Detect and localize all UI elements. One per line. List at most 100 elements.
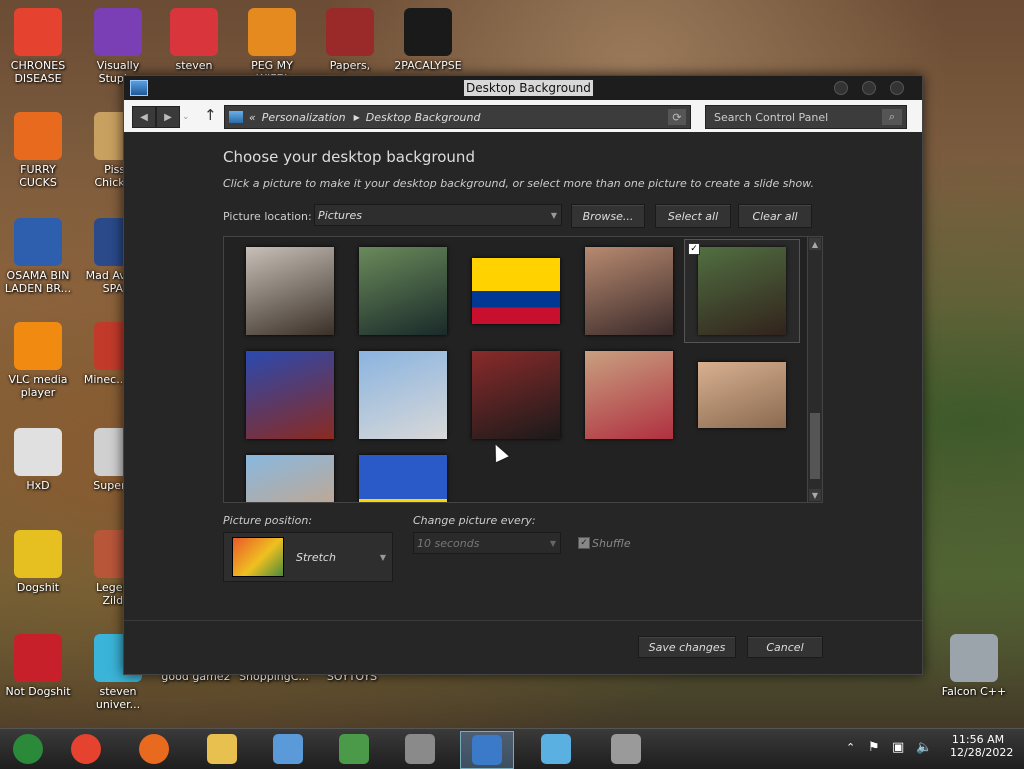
thumbnail-hands-photo[interactable] <box>698 362 786 428</box>
taskbar-remote-desktop[interactable] <box>530 731 582 767</box>
desktop-icon[interactable]: Papers, <box>312 8 388 72</box>
scroll-down-icon[interactable]: ▼ <box>809 489 821 501</box>
picture-position-dropdown[interactable]: Stretch ▼ <box>223 532 393 582</box>
desktop-icon[interactable]: PEG MY WIFE! <box>234 8 310 85</box>
devcpp-icon <box>14 634 62 682</box>
network-icon[interactable]: ▣ <box>892 740 904 755</box>
clock[interactable]: 11:56 AM 12/28/2022 <box>950 733 1014 759</box>
desktop-background-window: Desktop Background ◀ ▶ ⌄ ↑ « Personaliza… <box>123 75 923 675</box>
taskbar-file-explorer[interactable] <box>196 731 248 767</box>
picture-gallery[interactable]: ▲ ▼ ✓ <box>223 236 823 503</box>
back-button[interactable]: ◀ <box>132 106 156 128</box>
save-changes-button[interactable]: Save changes <box>638 636 736 658</box>
maximize-button[interactable] <box>862 81 876 95</box>
taskbar-network-app[interactable] <box>328 731 380 767</box>
clock-time: 11:56 AM <box>951 733 1005 746</box>
cancel-button[interactable]: Cancel <box>747 636 823 658</box>
thumbnail-bin-reaper-cover[interactable] <box>359 247 447 335</box>
show-hidden-icons-icon[interactable]: ⌃ <box>846 741 855 754</box>
thumbnail-airplane-photo[interactable] <box>359 351 447 439</box>
desktop-icon[interactable]: VLC media player <box>0 322 76 399</box>
picture-location-value: Pictures <box>318 208 363 222</box>
picture-location-dropdown[interactable]: Pictures ▼ <box>314 204 562 226</box>
page-heading: Choose your desktop background <box>223 148 475 166</box>
desktop-icon[interactable]: Not Dogshit <box>0 634 76 698</box>
desktop-icon[interactable]: FURRY CUCKS <box>0 112 76 189</box>
volume-icon[interactable]: 🔈 <box>916 740 932 755</box>
desktop-icon-label: Falcon C++ <box>941 685 1007 698</box>
taskbar-chrome[interactable] <box>60 731 112 767</box>
taskbar-photo-viewer[interactable] <box>262 731 314 767</box>
desktop-icon[interactable]: CHRONES DISEASE <box>0 8 76 85</box>
refresh-icon[interactable]: ⟳ <box>668 109 686 125</box>
taskbar-control-panel[interactable] <box>460 731 514 769</box>
desktop-icon[interactable]: Falcon C++ <box>936 634 1012 698</box>
desktop-icon-label: HxD <box>26 479 50 492</box>
minimize-button[interactable] <box>834 81 848 95</box>
forward-button[interactable]: ▶ <box>156 106 180 128</box>
windows-app-icon <box>405 734 435 764</box>
peg-icon <box>248 8 296 56</box>
scrollbar-thumb[interactable] <box>810 413 820 479</box>
taskbar-windows-app[interactable] <box>394 731 446 767</box>
title-bar[interactable]: Desktop Background <box>124 76 922 100</box>
change-picture-value: 10 seconds <box>417 536 480 550</box>
forward-arrow-icon: ▶ <box>164 111 172 123</box>
thumbnail-dancers-photo[interactable] <box>246 247 334 335</box>
breadcrumb-personalization[interactable]: Personalization <box>262 111 346 124</box>
clear-all-button[interactable]: Clear all <box>738 204 812 228</box>
breadcrumb-prefix: « <box>249 110 256 124</box>
desktop-icon-label: steven univer... <box>95 685 141 711</box>
search-input[interactable]: Search Control Panel <box>714 111 828 124</box>
taskbar-start-orb[interactable] <box>2 731 54 767</box>
start-orb-icon <box>13 734 43 764</box>
thumbnail-cartoon-girl-image[interactable] <box>246 455 334 502</box>
thumbnail-two-men-photo[interactable] <box>585 351 673 439</box>
flower-preview-icon <box>232 537 284 577</box>
thumbnail-ukraine-flag[interactable] <box>359 455 447 502</box>
desktop-icon[interactable]: steven <box>156 8 232 72</box>
chrome-icon <box>14 8 62 56</box>
thumbnail-blue-suits-photo[interactable] <box>246 351 334 439</box>
thumbnail-bench-photo[interactable]: ✓ <box>684 239 800 343</box>
desktop-icon[interactable]: Visually Stupi... <box>80 8 156 85</box>
desktop-icon[interactable]: OSAMA BIN LADEN BR... <box>0 218 76 295</box>
taskbar-firefox[interactable] <box>128 731 180 767</box>
selected-checkbox[interactable]: ✓ <box>688 243 700 255</box>
browse-button[interactable]: Browse... <box>571 204 645 228</box>
file-manager-icon <box>611 734 641 764</box>
vlc-icon <box>14 322 62 370</box>
clock-date: 12/28/2022 <box>950 746 1014 759</box>
desktop-icon-label: Not Dogshit <box>5 685 71 698</box>
thumbnail-group-selfie-photo[interactable] <box>585 247 673 335</box>
picture-position-value: Stretch <box>296 550 336 564</box>
breadcrumb-separator-icon[interactable]: ▶ <box>354 113 360 122</box>
chrome-icon <box>71 734 101 764</box>
change-picture-dropdown: 10 seconds ▼ <box>413 532 561 554</box>
desktop-icon-label: Papers, <box>329 59 371 72</box>
papers-icon <box>326 8 374 56</box>
desktop-icon[interactable]: HxD <box>0 428 76 492</box>
close-button[interactable] <box>890 81 904 95</box>
navigation-bar: ◀ ▶ ⌄ ↑ « Personalization ▶ Desktop Back… <box>124 100 922 132</box>
shuffle-label: Shuffle <box>592 537 631 550</box>
console-icon <box>404 8 452 56</box>
breadcrumb-desktop-background[interactable]: Desktop Background <box>366 111 481 124</box>
search-box[interactable]: Search Control Panel ⌕ <box>705 105 907 129</box>
taskbar-file-manager[interactable] <box>600 731 652 767</box>
select-all-button[interactable]: Select all <box>655 204 731 228</box>
search-icon[interactable]: ⌕ <box>882 109 902 125</box>
thumbnail-money-photo[interactable] <box>472 351 560 439</box>
desktop-icon[interactable]: 2PACALYPSE <box>390 8 466 72</box>
desktop-icon-label: CHRONES DISEASE <box>10 59 66 85</box>
up-arrow-icon[interactable]: ↑ <box>204 106 217 124</box>
desktop-icon[interactable]: Dogshit <box>0 530 76 594</box>
thumbnail-colombia-flag[interactable] <box>472 258 560 324</box>
scroll-up-icon[interactable]: ▲ <box>809 238 821 250</box>
address-bar[interactable]: « Personalization ▶ Desktop Background ⟳ <box>224 105 691 129</box>
recent-pages-icon[interactable]: ⌄ <box>182 112 190 122</box>
action-center-flag-icon[interactable]: ⚑ <box>868 740 880 755</box>
change-picture-every-label: Change picture every: <box>413 514 536 527</box>
gallery-scrollbar[interactable]: ▲ ▼ <box>807 237 822 502</box>
desktop-icon-label: 2PACALYPSE <box>394 59 462 72</box>
